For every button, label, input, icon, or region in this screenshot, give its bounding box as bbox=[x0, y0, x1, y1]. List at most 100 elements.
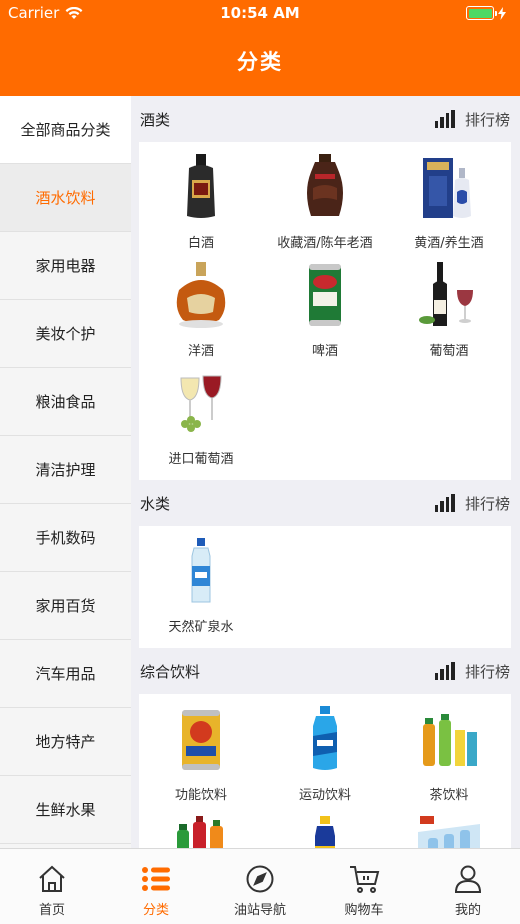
tab-label: 我的 bbox=[454, 903, 481, 918]
tea-drink-bottles-image bbox=[409, 700, 489, 778]
sidebar-item-label: 汽车用品 bbox=[35, 665, 96, 683]
sidebar-item-label: 家用百货 bbox=[35, 597, 96, 615]
ranking-link[interactable]: 排行榜 bbox=[434, 109, 510, 130]
blue-bottle-image bbox=[285, 808, 365, 848]
tab-profile[interactable]: 我的 bbox=[416, 849, 520, 924]
ranking-link[interactable]: 排行榜 bbox=[434, 661, 510, 682]
sidebar-item-label: 手机数码 bbox=[35, 529, 96, 547]
tab-home[interactable]: 首页 bbox=[0, 849, 104, 924]
sidebar-item-all[interactable]: 全部商品分类 bbox=[0, 96, 131, 164]
soda-bottles-image bbox=[161, 808, 241, 848]
category-sidebar[interactable]: 全部商品分类 酒水饮料 家用电器 美妆个护 粮油食品 清洁护理 手机数码 家用百… bbox=[0, 96, 131, 848]
category-grid: 天然矿泉水 bbox=[139, 526, 511, 648]
section-header: 水类 排行榜 bbox=[131, 480, 520, 526]
user-icon bbox=[452, 863, 484, 895]
category-item-label: 功能饮料 bbox=[174, 788, 227, 803]
tab-label: 首页 bbox=[38, 903, 65, 918]
charging-bolt-icon bbox=[498, 6, 506, 20]
category-item-label: 运动饮料 bbox=[298, 788, 351, 803]
category-item-label: 洋酒 bbox=[187, 344, 214, 359]
sidebar-item-local-specialty[interactable]: 地方特产 bbox=[0, 708, 131, 776]
category-item-label: 茶饮料 bbox=[429, 788, 469, 803]
sidebar-item-appliances[interactable]: 家用电器 bbox=[0, 232, 131, 300]
category-item[interactable] bbox=[139, 808, 263, 848]
home-icon bbox=[36, 863, 68, 895]
sidebar-item-fresh-fruit[interactable]: 生鲜水果 bbox=[0, 776, 131, 844]
category-item[interactable]: 茶饮料 bbox=[387, 700, 511, 808]
category-item-label: 黄酒/养生酒 bbox=[414, 236, 484, 251]
mineral-water-bottle-image bbox=[161, 532, 241, 610]
category-item-label: 啤酒 bbox=[311, 344, 338, 359]
category-item[interactable] bbox=[263, 808, 387, 848]
category-grid: 白酒 收藏酒/陈年老酒 黄酒/养生酒 洋酒 啤酒 葡萄酒 进口葡萄酒 bbox=[139, 142, 511, 480]
red-wine-image bbox=[409, 256, 489, 334]
category-item[interactable]: 黄酒/养生酒 bbox=[387, 148, 511, 256]
sidebar-item-auto[interactable]: 汽车用品 bbox=[0, 640, 131, 708]
category-item-label: 进口葡萄酒 bbox=[168, 452, 234, 467]
page-title: 分类 bbox=[237, 50, 283, 74]
section-title: 水类 bbox=[140, 494, 171, 513]
sports-drink-bottle-image bbox=[285, 700, 365, 778]
category-item[interactable]: 进口葡萄酒 bbox=[139, 364, 263, 472]
category-grid: 功能饮料 运动饮料 茶饮料 bbox=[139, 694, 511, 848]
category-content[interactable]: 酒类 排行榜 白酒 收藏酒/陈年老酒 黄酒/养生酒 洋酒 啤酒 葡萄酒 进口葡萄… bbox=[131, 96, 520, 848]
ranking-label: 排行榜 bbox=[464, 494, 510, 513]
tab-bar: 首页 分类 油站导航 购物车 我的 bbox=[0, 848, 520, 924]
bar-chart-icon bbox=[434, 110, 455, 128]
category-item[interactable]: 洋酒 bbox=[139, 256, 263, 364]
sidebar-item-grain-oil[interactable]: 粮油食品 bbox=[0, 368, 131, 436]
beer-can-image bbox=[285, 256, 365, 334]
category-item-label: 收藏酒/陈年老酒 bbox=[277, 236, 373, 251]
battery-level bbox=[468, 8, 492, 18]
sidebar-item-label: 全部商品分类 bbox=[20, 121, 111, 139]
category-item-label: 天然矿泉水 bbox=[168, 620, 234, 635]
sidebar-item-cleaning[interactable]: 清洁护理 bbox=[0, 436, 131, 504]
category-item[interactable]: 运动饮料 bbox=[263, 700, 387, 808]
category-item[interactable]: 啤酒 bbox=[263, 256, 387, 364]
nav-bar: 分类 bbox=[0, 26, 520, 96]
category-item[interactable]: 葡萄酒 bbox=[387, 256, 511, 364]
aged-liquor-jar-image bbox=[285, 148, 365, 226]
list-icon bbox=[140, 863, 172, 895]
cognac-bottle-image bbox=[161, 256, 241, 334]
sidebar-item-household[interactable]: 家用百货 bbox=[0, 572, 131, 640]
cart-icon bbox=[348, 863, 380, 895]
ranking-label: 排行榜 bbox=[464, 110, 510, 129]
section-title: 酒类 bbox=[140, 110, 171, 129]
sidebar-item-label: 酒水饮料 bbox=[35, 189, 96, 207]
category-item-label: 葡萄酒 bbox=[429, 344, 469, 359]
sidebar-item-label: 家用电器 bbox=[35, 257, 96, 275]
category-item[interactable]: 收藏酒/陈年老酒 bbox=[263, 148, 387, 256]
battery-indicator bbox=[466, 6, 506, 20]
section-header: 综合饮料 排行榜 bbox=[131, 648, 520, 694]
sidebar-item-label: 美妆个护 bbox=[35, 325, 96, 343]
category-item[interactable] bbox=[387, 808, 511, 848]
ranking-link[interactable]: 排行榜 bbox=[434, 493, 510, 514]
tab-label: 油站导航 bbox=[233, 903, 286, 918]
imported-wine-glasses-image bbox=[161, 364, 241, 442]
category-item[interactable]: 白酒 bbox=[139, 148, 263, 256]
sidebar-item-digital[interactable]: 手机数码 bbox=[0, 504, 131, 572]
tab-category[interactable]: 分类 bbox=[104, 849, 208, 924]
section-title: 综合饮料 bbox=[140, 662, 201, 681]
status-bar: Carrier 10:54 AM bbox=[0, 0, 520, 26]
clock: 10:54 AM bbox=[220, 4, 300, 22]
baijiu-bottle-image bbox=[161, 148, 241, 226]
tab-gas-navigation[interactable]: 油站导航 bbox=[208, 849, 312, 924]
battery-icon bbox=[466, 6, 497, 20]
sidebar-item-drinks[interactable]: 酒水饮料 bbox=[0, 164, 131, 232]
category-item[interactable]: 功能饮料 bbox=[139, 700, 263, 808]
tab-cart[interactable]: 购物车 bbox=[312, 849, 416, 924]
compass-icon bbox=[244, 863, 276, 895]
energy-drink-can-image bbox=[161, 700, 241, 778]
bar-chart-icon bbox=[434, 662, 455, 680]
sidebar-item-beauty[interactable]: 美妆个护 bbox=[0, 300, 131, 368]
water-pack-image bbox=[409, 808, 489, 848]
tab-label: 购物车 bbox=[344, 903, 384, 918]
category-item[interactable]: 天然矿泉水 bbox=[139, 532, 263, 640]
section-header: 酒类 排行榜 bbox=[131, 96, 520, 142]
sidebar-item-label: 生鲜水果 bbox=[35, 801, 96, 819]
yellow-wine-box-image bbox=[409, 148, 489, 226]
sidebar-item-label: 粮油食品 bbox=[35, 393, 96, 411]
ranking-label: 排行榜 bbox=[464, 662, 510, 681]
